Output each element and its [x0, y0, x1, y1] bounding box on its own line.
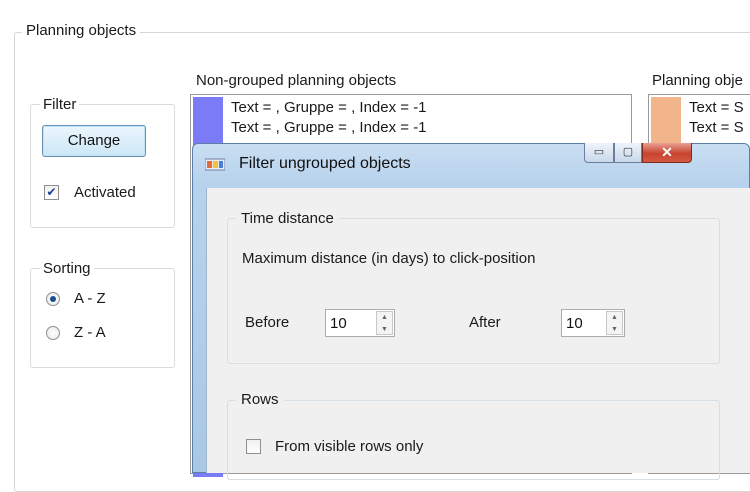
- sort-za-radio[interactable]: [46, 326, 60, 340]
- sort-az-radio[interactable]: [46, 292, 60, 306]
- before-label: Before: [245, 314, 290, 331]
- before-spin-arrows[interactable]: ▲ ▼: [376, 311, 393, 335]
- visible-rows-checkbox[interactable]: [246, 439, 261, 454]
- change-button[interactable]: Change: [42, 125, 146, 157]
- sort-az-label: A - Z: [74, 290, 106, 307]
- before-input[interactable]: [326, 310, 370, 336]
- activated-label: Activated: [74, 184, 136, 201]
- maximize-button[interactable]: ▢: [614, 143, 642, 163]
- dialog-title: Filter ungrouped objects: [239, 155, 411, 172]
- activated-checkbox[interactable]: [44, 185, 59, 200]
- filter-app-icon: [205, 158, 225, 171]
- close-button[interactable]: ✕: [642, 143, 692, 163]
- planning-objects-list-title: Planning obje: [652, 72, 743, 89]
- minimize-button[interactable]: ▭: [584, 143, 614, 163]
- after-stepper[interactable]: ▲ ▼: [561, 309, 625, 337]
- list-item[interactable]: Text = , Gruppe = , Index = -1: [231, 98, 427, 118]
- nongrouped-title: Non-grouped planning objects: [196, 72, 397, 89]
- list-item[interactable]: Text = , Gruppe = , Index = -1: [231, 118, 427, 138]
- planning-objects-title: Planning objects: [22, 22, 141, 39]
- after-spin-arrows[interactable]: ▲ ▼: [606, 311, 623, 335]
- sorting-title: Sorting: [40, 260, 94, 277]
- after-input[interactable]: [562, 310, 606, 336]
- list-item[interactable]: Text = S: [689, 98, 744, 118]
- spin-up-icon[interactable]: ▲: [607, 312, 622, 324]
- before-stepper[interactable]: ▲ ▼: [325, 309, 395, 337]
- spin-down-icon[interactable]: ▼: [377, 324, 392, 336]
- max-distance-label: Maximum distance (in days) to click-posi…: [242, 250, 536, 267]
- time-distance-group: [227, 218, 720, 364]
- sorting-group: [30, 268, 175, 368]
- rows-title: Rows: [236, 391, 284, 408]
- after-label: After: [469, 314, 501, 331]
- spin-up-icon[interactable]: ▲: [377, 312, 392, 324]
- visible-rows-label: From visible rows only: [275, 438, 424, 455]
- filter-title: Filter: [40, 96, 80, 113]
- list-item[interactable]: Text = S: [689, 118, 744, 138]
- time-distance-title: Time distance: [236, 210, 339, 227]
- filter-group: [30, 104, 175, 228]
- spin-down-icon[interactable]: ▼: [607, 324, 622, 336]
- sort-za-label: Z - A: [74, 324, 106, 341]
